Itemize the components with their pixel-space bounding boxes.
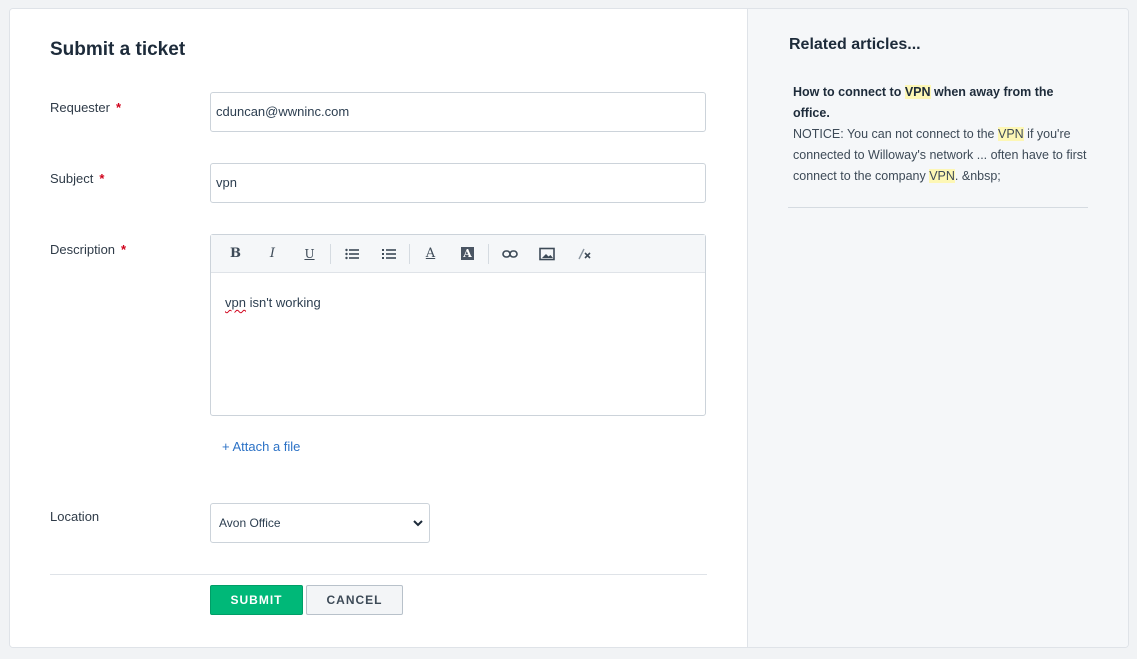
submit-button[interactable]: SUBMIT <box>210 585 303 615</box>
article-divider <box>788 207 1088 208</box>
image-icon <box>538 247 555 260</box>
ticket-form: Submit a ticket Requester * cduncan@wwnin… <box>10 9 747 647</box>
location-select[interactable]: Avon Office <box>210 503 430 543</box>
requester-label: Requester * <box>50 100 122 115</box>
subject-input[interactable]: vpn <box>210 163 706 203</box>
toolbar-divider <box>488 243 489 264</box>
page-title: Submit a ticket <box>50 39 186 60</box>
attach-file-link[interactable]: + Attach a file <box>222 439 300 454</box>
required-mark: * <box>121 242 127 257</box>
ticket-card: Submit a ticket Requester * cduncan@wwnin… <box>9 8 1129 648</box>
toolbar-divider <box>409 243 410 264</box>
underline-button[interactable]: U <box>291 235 328 273</box>
description-text[interactable]: vpn isn't working <box>211 273 705 332</box>
chevron-down-icon <box>413 520 423 527</box>
description-editor[interactable]: B I U A A vpn isn't working <box>210 234 706 416</box>
clear-formatting-button[interactable] <box>565 235 602 273</box>
clear-formatting-icon <box>577 248 591 259</box>
font-color-button[interactable]: A <box>412 235 449 273</box>
misspelled-word: vpn <box>225 295 246 310</box>
related-article: How to connect to VPN when away from the… <box>793 82 1093 187</box>
search-highlight: VPN <box>929 169 955 183</box>
description-text-rest: isn't working <box>245 295 321 310</box>
form-divider <box>50 574 707 575</box>
cancel-button[interactable]: CANCEL <box>306 585 403 615</box>
toolbar-divider <box>330 243 331 264</box>
search-highlight: VPN <box>998 127 1024 141</box>
numbered-list-icon <box>381 248 396 259</box>
numbered-list-button[interactable] <box>370 235 407 273</box>
italic-button[interactable]: I <box>254 235 291 273</box>
editor-toolbar: B I U A A <box>211 235 705 273</box>
bullet-list-button[interactable] <box>333 235 370 273</box>
link-icon <box>501 249 518 258</box>
bullet-list-icon <box>344 248 359 259</box>
article-excerpt: NOTICE: You can not connect to the VPN i… <box>793 127 1087 183</box>
article-title-link[interactable]: How to connect to VPN when away from the… <box>793 82 1093 124</box>
subject-label: Subject * <box>50 171 105 186</box>
location-selected-value: Avon Office <box>219 516 281 530</box>
location-label: Location <box>50 509 100 524</box>
background-color-button[interactable]: A <box>449 235 486 273</box>
image-button[interactable] <box>528 235 565 273</box>
required-mark: * <box>99 171 105 186</box>
related-articles-panel: Related articles... How to connect to VP… <box>747 9 1128 647</box>
requester-input[interactable]: cduncan@wwninc.com <box>210 92 706 132</box>
description-label: Description * <box>50 242 127 257</box>
bold-button[interactable]: B <box>217 235 254 273</box>
link-button[interactable] <box>491 235 528 273</box>
required-mark: * <box>115 100 122 115</box>
search-highlight: VPN <box>904 85 931 99</box>
background-color-icon: A <box>461 247 474 260</box>
related-articles-title: Related articles... <box>789 36 921 53</box>
